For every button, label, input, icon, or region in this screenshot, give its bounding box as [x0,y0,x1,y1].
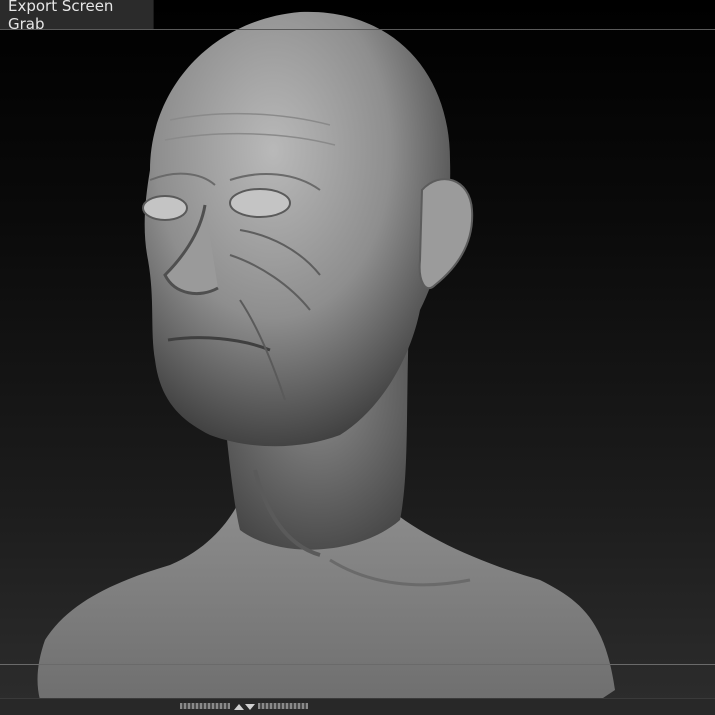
tray-toggle-button[interactable] [232,701,256,713]
arrow-down-icon [244,704,255,710]
right-eye [229,188,291,218]
export-screen-grab-label: Export Screen Grab [8,0,114,33]
bottom-tray-bar [0,698,715,715]
left-eye [142,195,188,221]
tray-drag-handle-left[interactable] [180,703,230,709]
viewport-floor-line [0,664,715,665]
tray-drag-handle-right[interactable] [258,703,308,709]
export-screen-grab-button[interactable]: Export Screen Grab [0,0,154,33]
bust-model[interactable] [0,0,715,715]
sculpt-viewport[interactable]: Export Screen Grab [0,0,715,715]
ear-shape [418,178,474,290]
arrow-up-icon [233,704,244,710]
